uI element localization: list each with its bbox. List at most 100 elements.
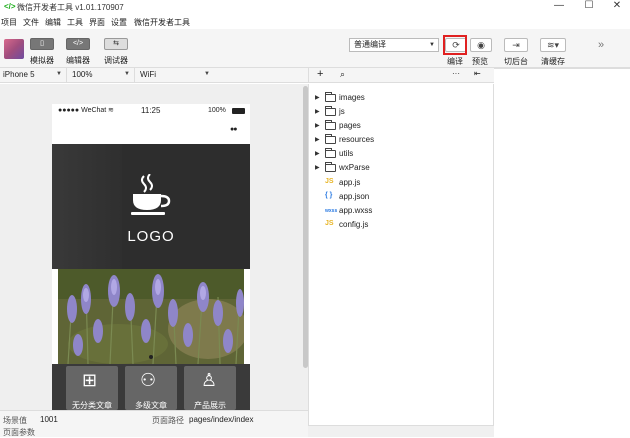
preview-label: 预览 — [472, 57, 488, 66]
tree-folder-images[interactable]: ▶ images — [309, 92, 495, 106]
minimize-icon[interactable]: — — [546, 0, 572, 14]
js-file-icon: JS — [325, 220, 334, 227]
compile-label: 编译 — [447, 57, 463, 66]
more-icon[interactable]: ··· — [452, 69, 460, 78]
debug-arrows-icon: ⇆ — [113, 40, 119, 47]
tree-folder-resources[interactable]: ▶ resources — [309, 134, 495, 148]
tree-folder-pages[interactable]: ▶ pages — [309, 120, 495, 134]
wxss-file-icon: wxss — [325, 208, 338, 214]
device-select[interactable]: iPhone 5 — [3, 70, 35, 79]
file-name: config.js — [339, 220, 369, 229]
folder-icon — [325, 148, 336, 158]
menu-tools[interactable]: 工具 — [67, 17, 83, 28]
folder-icon — [325, 134, 336, 144]
tree-folder-utils[interactable]: ▶ utils — [309, 148, 495, 162]
compile-mode-select[interactable]: 普通编译 ▼ — [349, 38, 439, 52]
folder-icon — [325, 162, 336, 172]
caret-right-icon[interactable]: ▶ — [315, 136, 320, 143]
maximize-icon[interactable]: ☐ — [576, 0, 602, 14]
carrier-text: ●●●●● WeChat — [58, 107, 107, 114]
simulator-toggle-button[interactable]: ▯ — [30, 38, 54, 50]
tree-folder-js[interactable]: ▶ js — [309, 106, 495, 120]
lavender-photo[interactable] — [58, 269, 244, 364]
folder-icon — [325, 106, 336, 116]
caret-right-icon[interactable]: ▶ — [315, 108, 320, 115]
tree-folder-wxparse[interactable]: ▶ wxParse — [309, 162, 495, 176]
menu-project[interactable]: 项目 — [1, 17, 17, 28]
menu-bar: 项目 文件 编辑 工具 界面 设置 微信开发者工具 — [0, 15, 630, 29]
tile-uncategorized-articles[interactable]: ⊞ 无分类文章 — [66, 366, 118, 410]
users-icon: ⚇ — [140, 370, 157, 390]
scene-value: 1001 — [40, 415, 58, 424]
compile-mode-value: 普通编译 — [354, 40, 386, 49]
wifi-icon: ≋ — [108, 107, 114, 114]
zoom-select[interactable]: 100% — [72, 70, 92, 79]
tree-file-app-wxss[interactable]: wxss app.wxss — [309, 205, 495, 219]
background-label: 切后台 — [504, 57, 528, 66]
add-file-icon[interactable]: + — [317, 68, 323, 80]
clock-text: 11:25 — [141, 106, 161, 115]
menu-view[interactable]: 界面 — [89, 17, 105, 28]
chevron-down-icon: ▼ — [429, 42, 435, 48]
chevron-down-icon[interactable]: ▼ — [124, 71, 130, 77]
debugger-label: 调试器 — [104, 56, 128, 65]
preview-button[interactable]: ◉ — [470, 38, 492, 52]
menu-settings[interactable]: 设置 — [111, 17, 127, 28]
file-tree-toolbar: + ⌕ ··· ⇤ — [308, 68, 494, 83]
chevron-down-icon[interactable]: ▼ — [204, 71, 210, 77]
avatar[interactable] — [4, 39, 24, 59]
user-icon: ♙ — [201, 370, 218, 390]
phone-status-bar: ●●●●● WeChat ≋ 11:25 100% — [52, 104, 250, 118]
background-button[interactable]: ⇥ — [504, 38, 528, 52]
tree-file-app-js[interactable]: JS app.js — [309, 177, 495, 191]
search-icon[interactable]: ⌕ — [340, 69, 345, 80]
grid-search-icon: ⊞ — [82, 370, 98, 390]
close-icon[interactable]: ✕ — [604, 0, 630, 14]
file-tree-scrollbar[interactable] — [308, 425, 494, 437]
category-tiles: ⊞ 无分类文章 ⚇ 多级文章 ♙ 产品展示 — [52, 364, 250, 410]
menu-edit[interactable]: 编辑 — [45, 17, 61, 28]
tile-label: 产品展示 — [194, 401, 226, 410]
coffee-cup-icon — [131, 174, 171, 215]
tile-label: 多级文章 — [135, 401, 167, 410]
debugger-toggle-button[interactable]: ⇆ — [104, 38, 128, 50]
divider — [134, 68, 135, 83]
caret-right-icon[interactable]: ▶ — [315, 122, 320, 129]
folder-name: wxParse — [339, 163, 370, 172]
hero-background — [52, 144, 122, 269]
device-bar: iPhone 5 ▼ 100% ▼ WiFi ▼ — [0, 68, 308, 83]
tree-file-app-json[interactable]: { } app.json — [309, 191, 495, 205]
tile-label: 无分类文章 — [72, 401, 112, 410]
main-toolbar: ▯ 模拟器 </> 编辑器 ⇆ 调试器 普通编译 ▼ ⟳ 编译 ◉ 预览 ⇥ 切… — [0, 29, 630, 68]
params-label: 页面参数 — [3, 428, 35, 437]
editor-pane[interactable] — [494, 68, 630, 437]
file-name: app.wxss — [339, 206, 373, 215]
tile-multilevel-articles[interactable]: ⚇ 多级文章 — [125, 366, 177, 410]
simulator-footer: 场景值 1001 页面路径 pages/index/index 页面参数 — [0, 410, 308, 437]
caret-right-icon[interactable]: ▶ — [315, 94, 320, 101]
folder-name: images — [339, 93, 365, 102]
collapse-icon[interactable]: ⇤ — [474, 69, 481, 78]
more-menu-icon[interactable]: ●● — [230, 126, 238, 133]
menu-file[interactable]: 文件 — [23, 17, 39, 28]
clear-cache-button[interactable]: ≋▾ — [540, 38, 566, 52]
phone-screen[interactable]: ●●●●● WeChat ≋ 11:25 100% ●● LOGO ⊞ 无分类文… — [52, 104, 250, 410]
caret-right-icon[interactable]: ▶ — [315, 150, 320, 157]
hero-banner: LOGO — [52, 144, 250, 269]
tile-product-showcase[interactable]: ♙ 产品展示 — [184, 366, 236, 410]
scene-label: 场景值 — [3, 416, 27, 425]
path-value: pages/index/index — [189, 415, 254, 424]
logo-text: LOGO — [127, 228, 175, 245]
chevron-down-icon[interactable]: ▼ — [56, 71, 62, 77]
battery-icon — [232, 108, 245, 114]
tree-file-config-js[interactable]: JS config.js — [309, 219, 495, 233]
json-file-icon: { } — [325, 192, 333, 199]
file-tree: ▶ images ▶ js ▶ pages ▶ resources ▶ util… — [308, 84, 494, 437]
menu-devtools[interactable]: 微信开发者工具 — [134, 17, 190, 28]
editor-toggle-button[interactable]: </> — [66, 38, 90, 50]
caret-right-icon[interactable]: ▶ — [315, 164, 320, 171]
network-select[interactable]: WiFi — [140, 70, 156, 79]
eye-icon: ◉ — [477, 40, 485, 50]
folder-icon — [325, 120, 336, 130]
double-chevron-right-icon[interactable]: » — [598, 39, 604, 51]
